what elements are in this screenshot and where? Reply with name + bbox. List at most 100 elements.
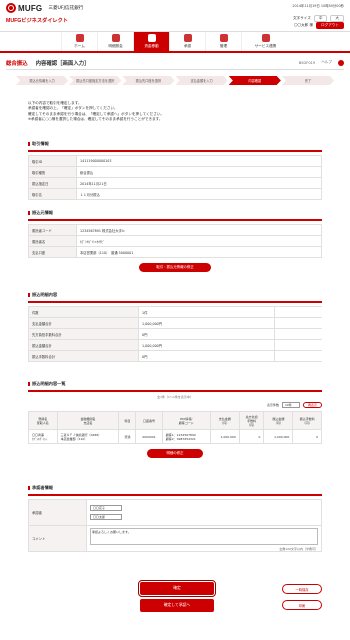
table-row: 振込手数料合計 0円 [28,350,322,362]
section-title: 振込明細内容 [28,292,322,303]
row-value: 2014年11月21日 [76,177,322,189]
edit-source-button[interactable]: 取引・振込元情報の修正 [139,263,211,272]
home-icon [75,34,84,42]
page-title-bar: 総合振込 内容確認［画面入力］ BSGF019 ヘルプ [6,56,344,70]
table-row: 振込金額合計 1,000,000円 [28,339,322,351]
table-row: 委託者コード 1234567891 株式会社大手ｂ [28,224,322,236]
logo-text: MUFG [18,3,43,13]
table-header-row: 登録名 受取人名 金融機関名 支店名 科目 口座番号 EDI情報/ 顧客コード … [28,411,322,430]
table-row: 振込指定日 2014年11月21日 [28,177,322,189]
column-header: 振込手数料 （円） [292,411,322,430]
row-value: ｶﾌﾞｼｷｶﾞｲｼｬｵｵﾃﾋﾞ [76,235,322,247]
approver-section: 承認者情報 承認者 〇〇花子 〇〇太郎 コメント 承認よろしくお願いします。 全… [28,485,322,552]
row-value: 0円 [138,350,275,362]
spacer-cell [274,317,322,329]
row-label: 件数 [28,306,139,318]
source-info-section: 振込元情報 委託者コード 1234567891 株式会社大手ｂ 委託者名 ｶﾌﾞｼｷ… [28,210,322,272]
row-value: 本店営業部（110） 普通 5000001 [76,246,322,258]
font-size-large-button[interactable]: 大 [330,15,344,22]
row-value: 0円 [138,328,275,340]
spacer-cell [274,350,322,362]
column-header: 金融機関名 支店名 [56,411,120,430]
approver-1-select[interactable]: 〇〇花子 [90,505,122,511]
nav-service-link[interactable]: サービス連携 [241,32,289,51]
nav-label: ホーム [74,44,85,48]
service-brand: MUFGビジネスダイレクト [6,18,68,24]
print-button[interactable]: 印刷 [282,600,322,610]
table-row: 取引ID 141119000000103 [28,155,322,167]
link-icon [261,34,270,42]
summary-section: 振込明細内容 件数 1件 支払金額合計 1,000,000円 先方負担手数料合計 0円… [28,292,322,362]
help-icon[interactable] [338,59,344,66]
approver-2-select[interactable]: 〇〇太郎 [90,514,122,520]
display-count-label: 表示件数 [266,403,279,407]
detail-section: 振込明細内容一覧 全1件（1～1件を表示中） 表示件数 10件 再表示 登録名 … [28,381,322,458]
nav-approval[interactable]: 承認 [169,32,205,51]
step-2: 振込先口座指定方法を選択 [69,76,122,85]
table-row: 支払金額合計 1,000,000円 [28,317,322,329]
global-nav: ホーム 明細照会 資金移動 承認 管理 サービス連携 [0,31,350,53]
trade-info-table: 取引ID 141119000000103 取引種別 総合振込 振込指定日 2014年1… [28,155,322,200]
table-row: 〇〇商事 ｶﾌﾞｼｷｶﾞｲｼｬ 三菱ＵＦＪ信託銀行（0288） 本店営業部（11… [28,429,322,444]
column-header: 科目 [118,411,137,430]
section-title: 振込明細内容一覧 [28,381,322,392]
summary-table: 件数 1件 支払金額合計 1,000,000円 先方負担手数料合計 0円 振込金額合計… [28,306,322,362]
row-label: 委託者コード [28,224,77,236]
char-size-label: 文字サイズ [292,16,311,20]
table-row: 支払口座 本店営業部（110） 普通 5000001 [28,246,322,258]
user-name: 〇〇太郎 様 [293,23,314,27]
step-3: 振込先口座を選択 [122,76,175,85]
approve-icon [183,34,192,42]
table-row: 承認者 〇〇花子 〇〇太郎 [28,499,322,526]
comment-label: コメント [28,525,87,552]
trade-info-section: 取引情報 取引ID 141119000000103 取引種別 総合振込 振込指定日 2… [28,141,322,200]
row-label: 取引種別 [28,166,77,178]
section-title: 承認者情報 [28,485,322,496]
nav-label: サービス連携 [254,44,277,48]
confirm-button[interactable]: 確定 [138,580,216,597]
nav-home[interactable]: ホーム [61,32,97,51]
column-header: 先方負担 手数料 （円） [238,411,265,430]
row-label: 委託者名 [28,235,77,247]
display-controls: 表示件数 10件 再表示 [28,402,322,408]
mufg-mark-icon [6,3,16,13]
help-link[interactable]: ヘルプ [321,60,332,65]
display-count-select[interactable]: 10件 [281,402,300,408]
row-label: 支払金額合計 [28,317,139,329]
confirm-and-approve-button[interactable]: 確定して承認へ [140,599,214,612]
pay-amount: 1,000,000 [209,429,240,444]
comment-textarea[interactable]: 承認よろしくお願いします。 [90,528,318,545]
table-row: 先方負担手数料合計 0円 [28,328,322,340]
nav-label: 明細照会 [108,44,123,48]
record-count: 全1件（1～1件を表示中） [157,395,193,399]
logout-button[interactable]: ログアウト [316,22,344,29]
row-value: 1234567891 株式会社大手ｂ [76,224,322,236]
page-title: 総合振込 [6,60,28,67]
comment-limit-note: 全角120文字以内［半角可］ [279,547,318,551]
spacer-cell [274,306,322,318]
row-value: 総合振込 [76,166,322,178]
table-row: 取引種別 総合振込 [28,166,322,178]
step-1: 振込元情報を入力 [16,76,69,85]
nav-statements[interactable]: 明細照会 [97,32,133,51]
screen-code: BSGF019 [298,60,316,65]
row-value: 141119000000103 [76,155,322,167]
step-6: 完了 [281,76,335,85]
nav-transfer[interactable]: 資金移動 [133,32,169,51]
nav-admin[interactable]: 管理 [205,32,241,51]
redisplay-button[interactable]: 再表示 [302,402,322,408]
font-size-medium-button[interactable]: 中 [313,15,328,22]
save-draft-button[interactable]: 一時保存 [282,584,322,594]
account-type: 普通 [118,429,137,444]
step-indicator: 振込元情報を入力 振込先口座指定方法を選択 振込先口座を選択 支払金額を入力 内… [16,76,335,85]
logo: MUFG 三菱UFJ信託銀行 [6,3,83,13]
account-number: 0000001 [135,429,163,444]
row-label: 取引名 [28,188,77,200]
row-value: 1,000,000円 [138,339,275,351]
row-value: １１月分振込 [76,188,322,200]
intro-line: ※承認者に○○様を選択した場合は、確定してそのまま承認を行うことができます。 [28,117,163,122]
bank-name: 三菱UFJ信託銀行 [48,6,84,11]
row-label: 振込手数料合計 [28,350,139,362]
spacer-cell [274,339,322,351]
edit-detail-button[interactable]: 明細の修正 [147,449,203,458]
